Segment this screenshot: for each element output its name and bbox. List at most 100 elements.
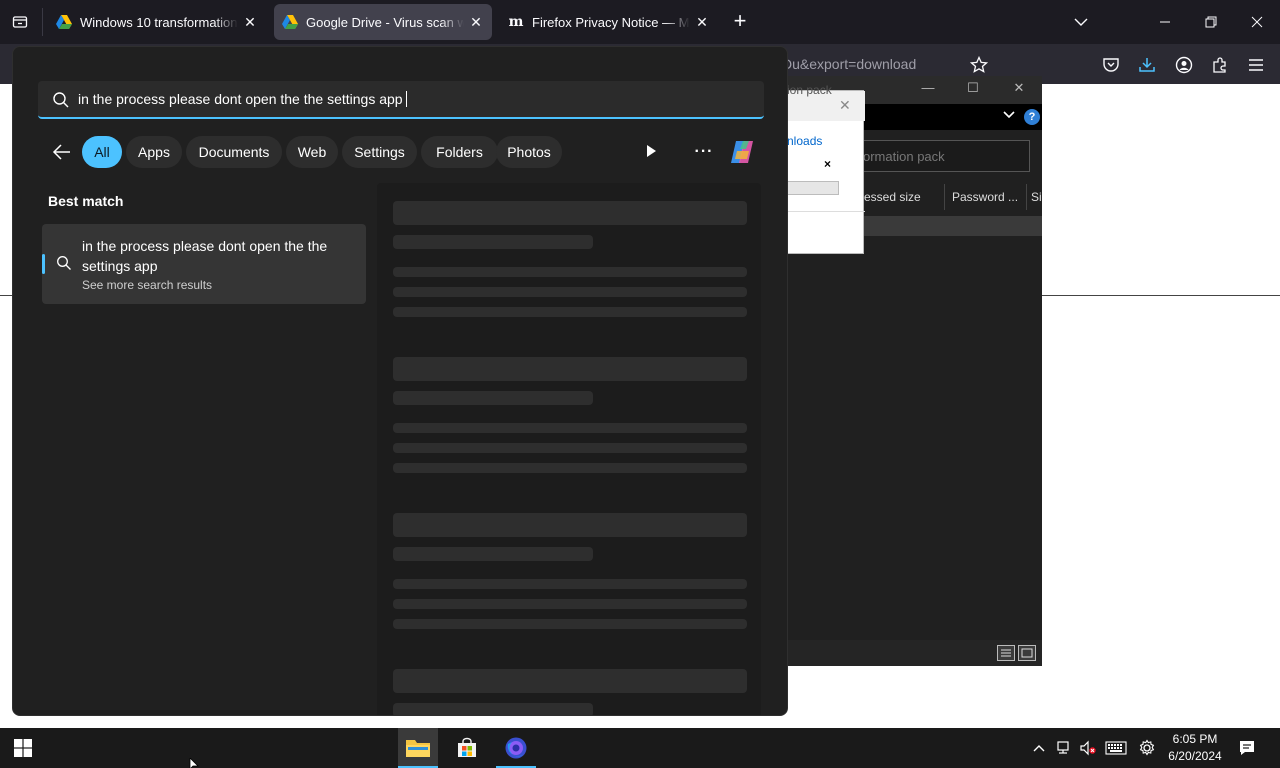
skeleton-line: [393, 443, 747, 453]
account-icon[interactable]: [1173, 54, 1195, 76]
details-view-icon[interactable]: [997, 645, 1015, 661]
mouse-pointer-icon: [189, 757, 199, 768]
windows-search-panel: in the process please dont open the the …: [12, 46, 788, 716]
filter-documents[interactable]: Documents: [186, 136, 282, 168]
help-icon[interactable]: ?: [1024, 109, 1040, 125]
best-match-title: in the process please dont open the the …: [82, 238, 328, 274]
volume-muted-icon[interactable]: [1078, 738, 1098, 758]
skeleton-block: [393, 201, 747, 225]
tab-title: Windows 10 transformation pack: [80, 14, 238, 30]
close-window-button[interactable]: [1234, 0, 1280, 44]
preview-view-icon[interactable]: [1018, 645, 1036, 661]
clock-date: 6/20/2024: [1168, 749, 1222, 763]
skeleton-line: [393, 547, 593, 561]
skeleton-line: [393, 391, 593, 405]
tab-title: Firefox Privacy Notice — Mozilla: [532, 14, 690, 30]
filter-apps[interactable]: Apps: [126, 136, 182, 168]
skeleton-line: [393, 703, 593, 715]
search-query-text: in the process please dont open the the …: [78, 91, 403, 107]
settings-gear-icon[interactable]: [1137, 738, 1157, 758]
skeleton-block: [393, 669, 747, 693]
selection-indicator: [42, 254, 45, 274]
firefox-icon[interactable]: [496, 728, 536, 768]
browser-tab-bar: Windows 10 transformation pack ✕ Google …: [0, 0, 1280, 44]
extensions-icon[interactable]: [1209, 54, 1231, 76]
tab-title: Google Drive - Virus scan warning: [306, 14, 464, 30]
microsoft-store-icon[interactable]: [447, 728, 487, 768]
notification-center-icon[interactable]: [1237, 738, 1257, 758]
skeleton-line: [393, 619, 747, 629]
tab-separator: [42, 8, 43, 36]
progress-bar: [787, 181, 839, 195]
archive-status-bar: [786, 640, 1042, 666]
search-input[interactable]: in the process please dont open the the …: [38, 81, 764, 119]
column-divider: [1026, 184, 1027, 210]
skeleton-block: [393, 357, 747, 381]
skeleton-line: [393, 267, 747, 277]
downloads-icon[interactable]: [1136, 54, 1158, 76]
file-explorer-icon[interactable]: [398, 728, 438, 768]
skeleton-block: [393, 513, 747, 537]
best-match-heading: Best match: [48, 193, 124, 209]
archive-close-button[interactable]: ✕: [1004, 80, 1034, 100]
filter-all[interactable]: All: [82, 136, 122, 168]
list-all-tabs-icon[interactable]: [1058, 0, 1104, 44]
more-options-button[interactable]: ···: [693, 141, 715, 163]
tab-close-icon[interactable]: ✕: [694, 14, 710, 30]
filter-folders[interactable]: Folders: [421, 136, 498, 168]
tab-close-icon[interactable]: ✕: [468, 14, 484, 30]
clock-time: 6:05 PM: [1172, 732, 1218, 746]
search-icon: [56, 255, 72, 271]
keyboard-icon[interactable]: [1104, 738, 1128, 758]
back-arrow-icon[interactable]: [51, 141, 75, 165]
dialog-close-icon[interactable]: ✕: [839, 97, 851, 114]
dialog-titlebar: ion pack ✕: [787, 83, 865, 121]
column-header[interactable]: Password ...: [952, 190, 1018, 204]
dialog-title: ion pack: [787, 83, 832, 97]
archive-maximize-button[interactable]: ☐: [958, 80, 988, 100]
column-divider: [944, 184, 945, 210]
pocket-icon[interactable]: [1100, 54, 1122, 76]
result-preview-loading: [377, 183, 761, 715]
filter-settings[interactable]: Settings: [342, 136, 417, 168]
system-clock[interactable]: 6:05 PM 6/20/2024: [1164, 731, 1226, 765]
copilot-icon[interactable]: [727, 137, 757, 167]
search-icon: [52, 91, 70, 109]
menu-hamburger-icon[interactable]: [1245, 54, 1267, 76]
new-tab-button[interactable]: +: [728, 10, 752, 34]
dialog-divider: [787, 211, 865, 212]
skeleton-line: [393, 307, 747, 317]
column-header[interactable]: essed size: [864, 190, 921, 204]
mozilla-icon: m: [508, 14, 524, 30]
tray-overflow-chevron-icon[interactable]: [1029, 738, 1049, 758]
skeleton-line: [393, 599, 747, 609]
filter-photos[interactable]: Photos: [496, 136, 562, 168]
best-match-result[interactable]: in the process please dont open the the …: [42, 224, 366, 304]
firefox-view-icon[interactable]: [8, 10, 32, 34]
close-icon[interactable]: ×: [824, 157, 831, 171]
play-more-filters-icon[interactable]: [641, 141, 663, 163]
filter-web[interactable]: Web: [286, 136, 338, 168]
downloads-link[interactable]: nloads: [787, 134, 822, 148]
google-drive-icon: [56, 14, 72, 30]
minimize-button[interactable]: [1142, 0, 1188, 44]
skeleton-line: [393, 423, 747, 433]
tab-firefox-privacy[interactable]: m Firefox Privacy Notice — Mozilla ✕: [500, 4, 718, 40]
archive-minimize-button[interactable]: —: [913, 80, 943, 100]
tab-google-drive[interactable]: Google Drive - Virus scan warning ✕: [274, 4, 492, 40]
tab-windows10-pack[interactable]: Windows 10 transformation pack ✕: [48, 4, 266, 40]
tab-close-icon[interactable]: ✕: [242, 14, 258, 30]
skeleton-line: [393, 287, 747, 297]
download-dialog: ion pack ✕ nloads ×: [786, 83, 865, 254]
restore-button[interactable]: [1188, 0, 1234, 44]
skeleton-line: [393, 235, 593, 249]
column-header[interactable]: Si: [1031, 190, 1042, 204]
chevron-down-icon[interactable]: [1003, 109, 1017, 123]
text-caret: [405, 91, 407, 107]
url-bar-text[interactable]: Du&export=download: [782, 56, 916, 72]
archive-search-input[interactable]: ormation pack: [856, 140, 1030, 172]
see-more-results[interactable]: See more search results: [82, 278, 212, 292]
windows-start-icon[interactable]: [14, 739, 32, 757]
network-icon[interactable]: [1053, 738, 1073, 758]
bookmark-star-icon[interactable]: [968, 54, 990, 76]
